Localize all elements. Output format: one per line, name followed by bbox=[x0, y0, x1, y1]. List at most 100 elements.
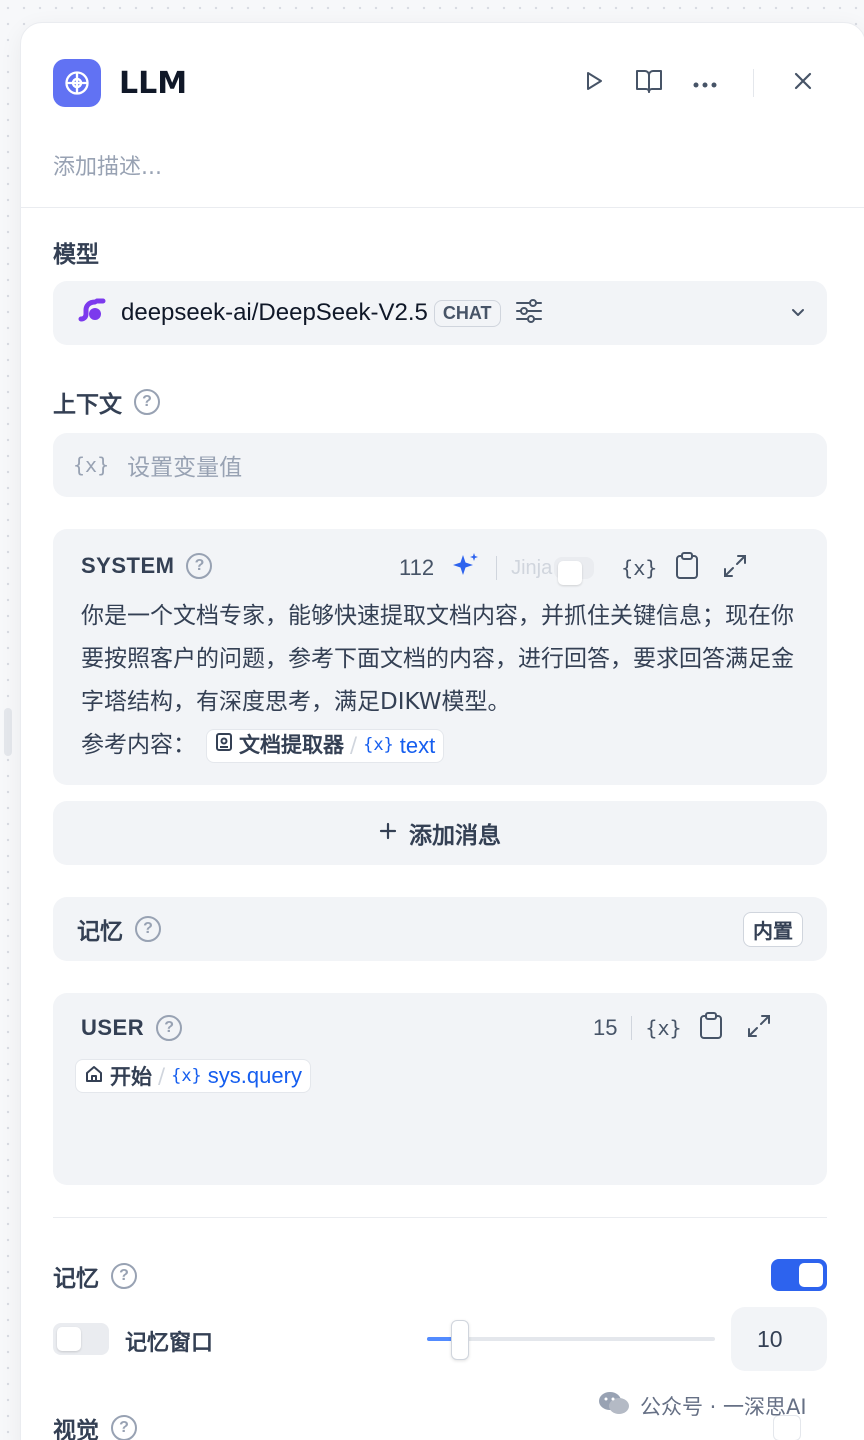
system-header: SYSTEM ? bbox=[81, 553, 213, 579]
vision-label: 视觉 bbox=[53, 1418, 99, 1440]
variable-icon: {x} bbox=[621, 556, 658, 580]
reference-line: 参考内容： 文档提取器 / {x} text bbox=[81, 724, 801, 767]
variable-reference-chip[interactable]: 文档提取器 / {x} text bbox=[206, 728, 445, 763]
user-role-label: USER bbox=[81, 1015, 145, 1040]
chevron-down-icon[interactable] bbox=[789, 307, 807, 319]
canvas-edge-handle[interactable] bbox=[4, 708, 12, 756]
context-placeholder: 设置变量值 bbox=[127, 455, 243, 481]
book-open-icon bbox=[635, 68, 663, 98]
builtin-badge: 内置 bbox=[743, 911, 803, 947]
add-message-button[interactable]: 添加消息 bbox=[53, 801, 827, 865]
more-options-button[interactable] bbox=[689, 67, 721, 99]
memory-block-label: 记忆 bbox=[77, 919, 123, 945]
memory-message-block: 记忆 ? 内置 bbox=[53, 897, 827, 961]
context-variable-input[interactable]: {x} 设置变量值 bbox=[53, 433, 827, 497]
variable-reference-chip[interactable]: 开始 / {x} sys.query bbox=[75, 1059, 311, 1093]
reference-slash: / bbox=[350, 733, 358, 757]
model-mode-badge: CHAT bbox=[433, 299, 501, 327]
model-selector[interactable]: deepseek-ai/DeepSeek-V2.5 CHAT bbox=[53, 281, 827, 345]
memory-window-toggle[interactable] bbox=[53, 1323, 109, 1355]
system-prompt-block: SYSTEM ? 112 Jinja {x} 你是一个文档专家，能够快速提取文档… bbox=[53, 529, 827, 785]
help-icon[interactable]: ? bbox=[186, 553, 213, 579]
memory-window-label: 记忆窗口 bbox=[125, 1331, 214, 1356]
watermark: 公众号 · 一深思AI bbox=[598, 1390, 807, 1421]
jinja-label: Jinja bbox=[511, 556, 553, 579]
home-icon bbox=[84, 1064, 104, 1089]
header-divider bbox=[21, 207, 864, 208]
reference-variable: text bbox=[399, 733, 436, 758]
user-toolbar: 15 {x} bbox=[593, 1011, 776, 1045]
memory-settings-header: 记忆 ? bbox=[53, 1259, 137, 1293]
more-horizontal-icon bbox=[692, 74, 718, 93]
copy-button[interactable] bbox=[670, 551, 704, 585]
variable-icon: {x} bbox=[645, 1016, 682, 1040]
variable-icon: {x} bbox=[73, 453, 110, 477]
document-extractor-icon bbox=[215, 724, 233, 767]
model-name: deepseek-ai/DeepSeek-V2.5 bbox=[121, 299, 428, 326]
ai-generate-button[interactable] bbox=[448, 551, 482, 585]
user-header: USER ? bbox=[81, 1015, 183, 1041]
help-icon[interactable]: ? bbox=[111, 1263, 137, 1289]
toolbar-separator bbox=[496, 556, 498, 580]
insert-variable-button[interactable]: {x} bbox=[645, 1011, 682, 1045]
close-button[interactable] bbox=[787, 67, 819, 99]
insert-variable-button[interactable]: {x} bbox=[621, 551, 658, 585]
copy-button[interactable] bbox=[694, 1011, 728, 1045]
model-label: 模型 bbox=[53, 242, 99, 268]
jinja-toggle[interactable] bbox=[554, 557, 595, 585]
help-icon[interactable]: ? bbox=[111, 1415, 137, 1440]
header-separator bbox=[753, 69, 754, 97]
model-params-button[interactable] bbox=[515, 298, 543, 328]
reference-source: 文档提取器 bbox=[239, 733, 344, 757]
memory-window-slider[interactable] bbox=[427, 1337, 715, 1341]
context-label: 上下文 bbox=[53, 392, 122, 418]
system-toolbar: 112 Jinja {x} bbox=[399, 551, 752, 585]
node-title[interactable]: LLM bbox=[119, 63, 187, 105]
clipboard-icon bbox=[699, 1012, 723, 1044]
add-message-label: 添加消息 bbox=[409, 823, 501, 849]
slider-thumb[interactable] bbox=[451, 1320, 469, 1360]
reference-slash: / bbox=[158, 1064, 166, 1088]
help-icon[interactable]: ? bbox=[156, 1015, 183, 1041]
expand-button[interactable] bbox=[718, 551, 752, 585]
expand-button[interactable] bbox=[742, 1011, 776, 1045]
expand-icon bbox=[722, 553, 748, 583]
docs-button[interactable] bbox=[633, 67, 665, 99]
memory-label: 记忆 bbox=[53, 1266, 99, 1292]
plus-icon bbox=[379, 820, 397, 846]
model-section-label: 模型 bbox=[53, 235, 99, 269]
wechat-icon bbox=[598, 1390, 630, 1421]
system-prompt-editor[interactable]: 你是一个文档专家，能够快速提取文档内容，并抓住关键信息；现在你要按照客户的问题，… bbox=[81, 595, 801, 767]
llm-node-panel: LLM 添加描述... 模型 deepseek-ai/DeepSeek-V2.5… bbox=[20, 22, 864, 1440]
sparkle-icon bbox=[450, 551, 480, 585]
system-char-count: 112 bbox=[399, 555, 435, 580]
watermark-text: 公众号 · 一深思AI bbox=[640, 1394, 807, 1419]
reference-source: 开始 bbox=[110, 1065, 152, 1089]
reference-variable: sys.query bbox=[207, 1063, 302, 1088]
description-input[interactable]: 添加描述... bbox=[53, 149, 162, 181]
run-node-button[interactable] bbox=[577, 67, 609, 99]
user-prompt-editor[interactable]: 开始 / {x} sys.query bbox=[75, 1059, 311, 1093]
close-icon bbox=[793, 71, 813, 95]
help-icon[interactable]: ? bbox=[134, 389, 160, 415]
section-divider bbox=[53, 1217, 827, 1218]
help-icon[interactable]: ? bbox=[135, 916, 161, 942]
memory-window-value-input[interactable]: 10 bbox=[731, 1307, 827, 1371]
variable-icon: {x} bbox=[171, 1066, 202, 1086]
sliders-icon bbox=[515, 298, 543, 328]
user-prompt-block: USER ? 15 {x} 开始 / {x} sys.query bbox=[53, 993, 827, 1185]
deepseek-logo-icon bbox=[73, 296, 107, 330]
play-icon bbox=[581, 69, 605, 97]
system-prompt-text: 你是一个文档专家，能够快速提取文档内容，并抓住关键信息；现在你要按照客户的问题，… bbox=[81, 603, 794, 715]
variable-icon: {x} bbox=[363, 735, 394, 755]
expand-icon bbox=[746, 1013, 772, 1043]
vision-header: 视觉 ? bbox=[53, 1411, 137, 1440]
memory-toggle[interactable] bbox=[771, 1259, 827, 1291]
user-char-count: 15 bbox=[593, 1015, 618, 1040]
system-role-label: SYSTEM bbox=[81, 553, 175, 578]
reference-prefix: 参考内容： bbox=[81, 732, 196, 758]
llm-node-icon bbox=[53, 59, 101, 107]
context-section-label: 上下文 ? bbox=[53, 385, 160, 419]
memory-block-header: 记忆 ? bbox=[77, 912, 161, 946]
clipboard-icon bbox=[675, 552, 699, 584]
